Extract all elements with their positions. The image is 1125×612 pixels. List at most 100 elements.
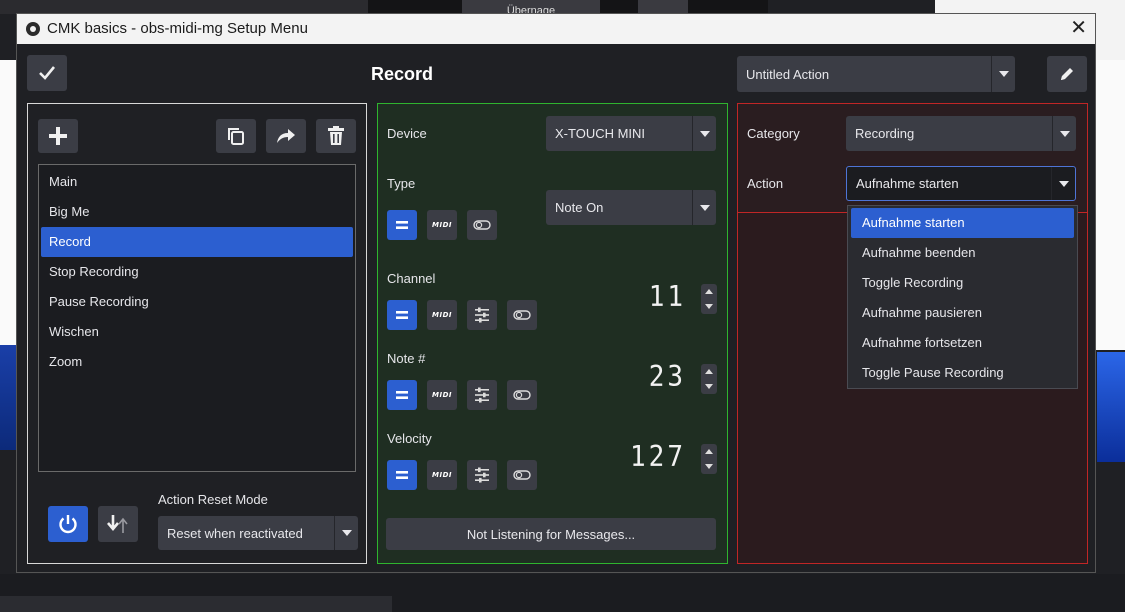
plus-icon <box>49 127 67 145</box>
chevron-down-icon <box>334 516 358 550</box>
chevron-down-icon <box>1052 116 1076 151</box>
sliders-icon <box>475 467 489 483</box>
action-name-dropdown[interactable]: Untitled Action <box>737 56 1015 92</box>
edit-button[interactable] <box>1047 56 1087 92</box>
device-value: X-TOUCH MINI <box>555 126 646 141</box>
desktop-background <box>0 0 370 14</box>
up-down-arrows-icon <box>107 515 128 533</box>
background-panel <box>0 574 1125 612</box>
copy-action-button[interactable] <box>216 119 256 153</box>
trash-icon <box>328 126 344 145</box>
equals-icon <box>396 471 408 479</box>
type-dropdown[interactable]: Note On <box>546 190 716 225</box>
sliders-icon <box>475 387 489 403</box>
note-display: 23 <box>648 360 686 394</box>
equals-icon <box>396 311 408 319</box>
actions-panel: Main Big Me Record Stop Recording Pause … <box>27 103 367 564</box>
title-bar: CMK basics - obs-midi-mg Setup Menu ✕ <box>17 14 1095 44</box>
background-window: Übernage <box>368 0 768 14</box>
list-item[interactable]: Zoom <box>41 347 353 377</box>
midi-icon: MIDI <box>432 391 452 399</box>
velocity-range-button[interactable] <box>467 460 497 490</box>
note-toggle-button[interactable] <box>507 380 537 410</box>
channel-range-button[interactable] <box>467 300 497 330</box>
add-action-button[interactable] <box>38 119 78 153</box>
dropdown-option[interactable]: Aufnahme fortsetzen <box>851 328 1074 358</box>
channel-fixed-button[interactable] <box>387 300 417 330</box>
dropdown-option[interactable]: Aufnahme beenden <box>851 238 1074 268</box>
list-item[interactable]: Main <box>41 167 353 197</box>
sliders-icon <box>475 307 489 323</box>
reset-mode-label: Action Reset Mode <box>158 492 268 507</box>
copy-icon <box>228 128 244 145</box>
reset-mode-dropdown[interactable]: Reset when reactivated <box>158 516 358 550</box>
category-label: Category <box>747 126 800 141</box>
sort-order-button[interactable] <box>98 506 138 542</box>
power-icon <box>59 515 77 534</box>
velocity-fixed-button[interactable] <box>387 460 417 490</box>
background-menu-button <box>638 0 688 14</box>
dropdown-option[interactable]: Toggle Recording <box>851 268 1074 298</box>
action-dropdown[interactable]: Aufnahme starten <box>846 166 1076 201</box>
velocity-midi-button[interactable]: MIDI <box>427 460 457 490</box>
setup-menu-window: CMK basics - obs-midi-mg Setup Menu ✕ Re… <box>16 13 1096 573</box>
close-button[interactable]: ✕ <box>1070 18 1087 38</box>
note-range-button[interactable] <box>467 380 497 410</box>
type-midi-button[interactable]: MIDI <box>427 210 457 240</box>
channel-spinner[interactable] <box>701 284 717 314</box>
confirm-button[interactable] <box>27 55 67 91</box>
enable-toggle-button[interactable] <box>48 506 88 542</box>
list-item[interactable]: Big Me <box>41 197 353 227</box>
type-value: Note On <box>555 200 604 215</box>
dropdown-option[interactable]: Aufnahme starten <box>851 208 1074 238</box>
toggle-icon <box>513 390 531 400</box>
midi-icon: MIDI <box>432 471 452 479</box>
share-arrow-icon <box>277 129 295 143</box>
background-tab: Übernage <box>462 0 600 14</box>
equals-icon <box>396 391 408 399</box>
dropdown-option[interactable]: Aufnahme pausieren <box>851 298 1074 328</box>
type-label: Type <box>387 176 416 191</box>
list-item[interactable]: Pause Recording <box>41 287 353 317</box>
category-dropdown[interactable]: Recording <box>846 116 1076 151</box>
velocity-display: 127 <box>630 440 686 474</box>
pencil-icon <box>1061 68 1073 80</box>
list-item[interactable]: Record <box>41 227 353 257</box>
background-document-right <box>1095 60 1125 350</box>
midi-icon: MIDI <box>432 221 452 229</box>
channel-midi-button[interactable]: MIDI <box>427 300 457 330</box>
toggle-icon <box>513 470 531 480</box>
channel-label: Channel <box>387 271 436 286</box>
list-item[interactable]: Wischen <box>41 317 353 347</box>
note-midi-button[interactable]: MIDI <box>427 380 457 410</box>
velocity-label: Velocity <box>387 431 432 446</box>
type-toggle-button[interactable] <box>467 210 497 240</box>
listen-button[interactable]: Not Listening for Messages... <box>386 518 716 550</box>
chevron-down-icon <box>1051 167 1075 200</box>
desktop-wallpaper-right <box>1097 352 1125 462</box>
move-action-button[interactable] <box>266 119 306 153</box>
dropdown-option[interactable]: Toggle Pause Recording <box>851 358 1074 388</box>
device-dropdown[interactable]: X-TOUCH MINI <box>546 116 716 151</box>
delete-action-button[interactable] <box>316 119 356 153</box>
velocity-toggle-button[interactable] <box>507 460 537 490</box>
equals-icon <box>396 221 408 229</box>
midi-icon: MIDI <box>432 311 452 319</box>
action-label: Action <box>747 176 784 191</box>
note-spinner[interactable] <box>701 364 717 394</box>
checkmark-icon <box>39 66 56 80</box>
type-fixed-button[interactable] <box>387 210 417 240</box>
channel-display: 11 <box>648 280 686 314</box>
action-list[interactable]: Main Big Me Record Stop Recording Pause … <box>38 164 356 472</box>
toggle-icon <box>513 310 531 320</box>
page-title: Record <box>371 64 434 84</box>
channel-toggle-button[interactable] <box>507 300 537 330</box>
background-dropdown <box>0 596 392 612</box>
reset-mode-value: Reset when reactivated <box>167 525 303 541</box>
note-fixed-button[interactable] <box>387 380 417 410</box>
list-item[interactable]: Stop Recording <box>41 257 353 287</box>
obs-icon <box>26 22 40 36</box>
velocity-spinner[interactable] <box>701 444 717 474</box>
action-value: Aufnahme starten <box>856 176 959 191</box>
action-dropdown-list[interactable]: Aufnahme starten Aufnahme beenden Toggle… <box>847 205 1078 389</box>
